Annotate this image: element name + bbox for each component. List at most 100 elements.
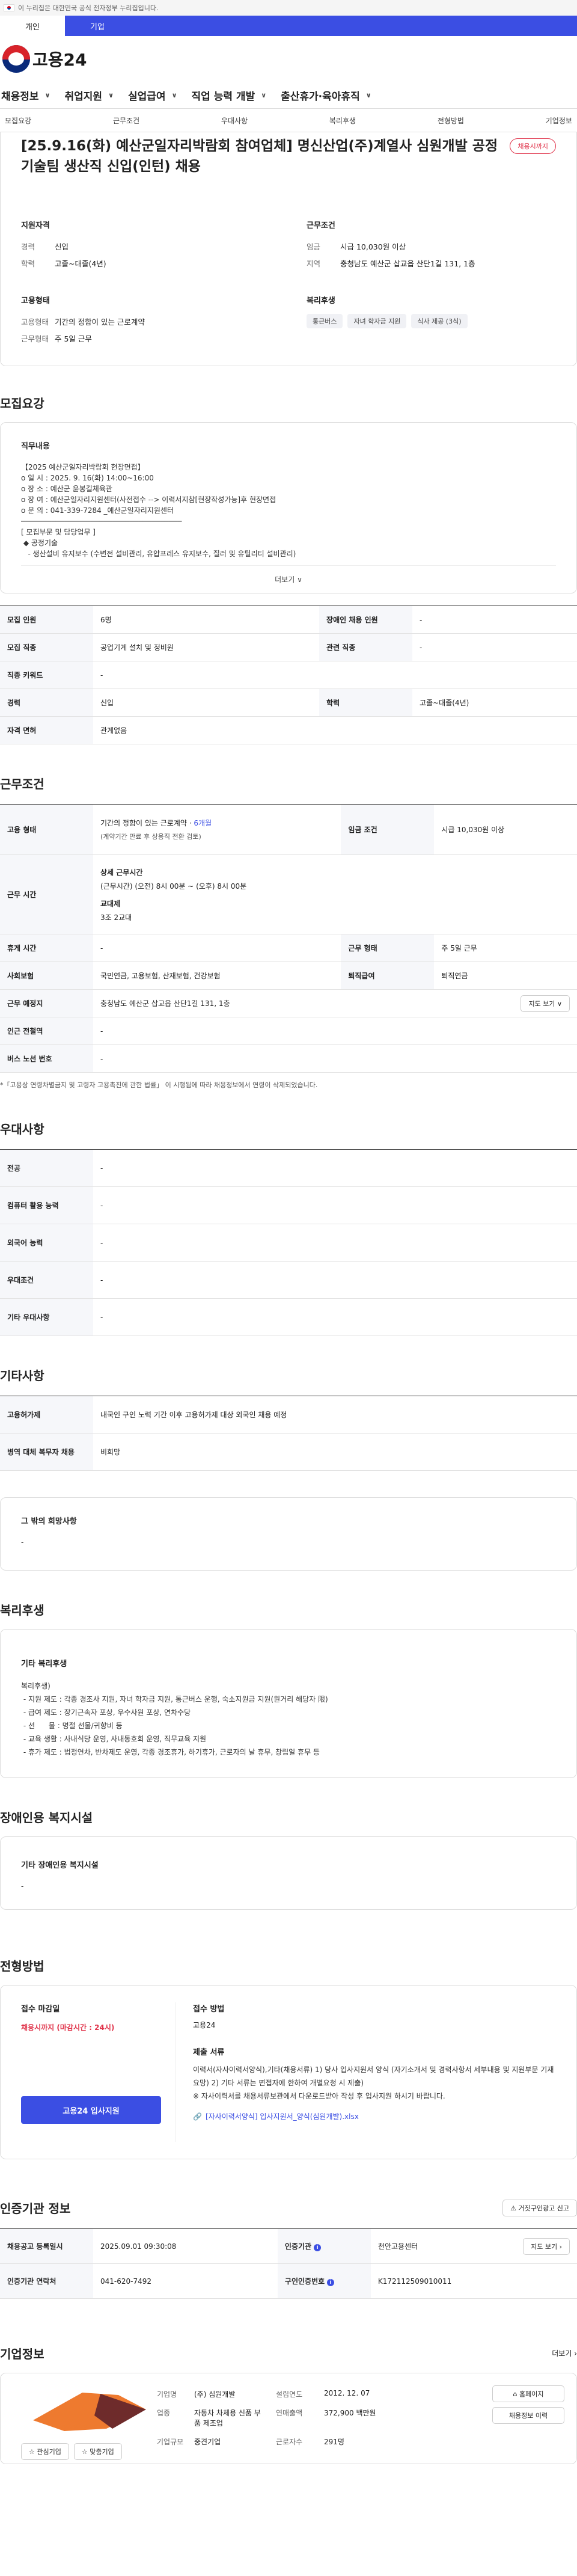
company-key: 업종 [157,2409,171,2417]
gnb-label: 취업지원 [64,90,103,103]
home-label: 홈페이지 [519,2390,544,2398]
taegeuk-logo-icon [2,45,30,73]
home-icon: ⌂ [513,2390,517,2398]
summary-heading: 지원자격 [21,221,50,230]
site-header: 고용24 [0,36,577,82]
table-key: 고용 형태 [0,804,93,855]
disability-box: 기타 장애인용 복지시설 - [0,1836,577,1910]
table-row: 모집 인원 6명 장애인 채용 인원 - [0,606,577,634]
map-button-label: 지도 보기 [528,999,555,1008]
table-key: 고용허가제 [0,1396,93,1434]
summary-key: 경력 [21,242,35,251]
bottom-spacer [0,2464,577,2476]
chevron-down-icon: ∨ [171,91,177,99]
info-icon[interactable]: i [314,2244,322,2251]
table-value: - [93,934,341,962]
agency-map-button[interactable]: 지도 보기 › [523,2237,570,2255]
table-value: 관계없음 [93,716,577,744]
summary-value: 기간의 정함이 있는 근로계약 [55,317,145,327]
table-value: 천안고용센터 지도 보기 › [370,2228,577,2264]
more-button[interactable]: 더보기 ∨ [21,565,556,584]
file-name: [자사이력서양식] 입사지원서_양식(심원개발).xlsx [205,2112,359,2121]
tab-personal[interactable]: 개인 [0,16,65,36]
subnav-conditions[interactable]: 근무조건 [113,115,139,126]
gnb-label: 실업급여 [128,90,166,103]
table-key: 근무 시간 [0,854,93,934]
table-key: 경력 [0,688,93,717]
table-key: 근무 예정지 [0,989,93,1017]
table-value: - [93,1186,577,1224]
wish-value: - [21,1538,24,1547]
table-key: 휴게 시간 [0,934,93,962]
gnb-item-jobs[interactable]: 채용정보 ∨ [1,88,50,103]
section-title-disability: 장애인용 복지시설 [0,1811,93,1825]
follow-company-button[interactable]: ☆ 맞춤기업 [73,2443,122,2460]
disability-heading: 기타 장애인용 복지시설 [21,1861,99,1870]
gnb-item-support[interactable]: 취업지원 ∨ [65,88,114,103]
table-value: - [93,1044,577,1073]
table-row: 고용 형태 기간의 정함이 있는 근로계약 · 6개월 (계약기간 만료 후 상용… [0,804,577,855]
table-value: 공업기계 설치 및 정비원 [93,633,320,661]
company-key: 연매출액 [276,2409,303,2417]
docs-heading: 제출 서류 [193,2048,225,2057]
table-row: 자격 면허 관계없음 [0,716,577,744]
map-button[interactable]: 지도 보기 ∨ [521,995,570,1012]
table-value: 041-620-7492 [93,2263,278,2299]
table-key: 관련 직종 [319,633,413,661]
table-key: 임금 조건 [341,804,435,855]
info-icon[interactable]: i [327,2279,335,2286]
table-key: 자격 면허 [0,716,93,744]
table-value: 기간의 정함이 있는 근로계약 · 6개월 (계약기간 만료 후 상용직 전환 검… [93,804,341,855]
star-icon: ☆ [81,2448,88,2456]
gnb-item-leave[interactable]: 출산휴가·육아휴직 ∨ [281,88,371,103]
job-history-button[interactable]: 채용정보 이력 [492,2407,564,2424]
table-value: - [93,661,577,689]
table-value: 국민연금, 고용보험, 산재보험, 건강보험 [93,961,341,990]
chevron-down-icon: ∨ [365,91,371,99]
map-label: 지도 보기 [531,2242,558,2251]
homepage-button[interactable]: ⌂ 홈페이지 [492,2385,564,2402]
status-badge: 채용시까지 [510,138,556,154]
summary-value: 시급 10,030원 이상 [340,242,406,251]
gnb-label: 직업 능력 개발 [191,90,255,103]
table-key: 근무 형태 [341,934,435,962]
table-row: 직종 키워드 - [0,661,577,689]
subnav-recruit[interactable]: 모집요강 [5,115,31,126]
gnb-item-unemployment[interactable]: 실업급여 ∨ [128,88,177,103]
table-key: 컴퓨터 활용 능력 [0,1186,93,1224]
chevron-down-icon: ∨ [261,91,267,99]
korea-flag-icon [4,4,14,11]
welfare-tag: 식사 제공 (3식) [411,314,468,328]
apply-button[interactable]: 고용24 입사지원 [21,2096,161,2124]
apply-deadline-area: 접수 마감일 채용시까지 (마감시간 : 24시) 고용24 입사지원 [21,2002,176,2142]
table-value: 고졸~대졸(4년) [412,688,577,717]
chevron-down-icon: ∨ [557,999,562,1008]
tab-company[interactable]: 기업 [65,16,130,36]
section-title-agency: 인증기관 정보 [0,2201,71,2216]
report-button[interactable]: ⚠ 거짓구인광고 신고 [502,2199,577,2216]
global-nav: 채용정보 ∨ 취업지원 ∨ 실업급여 ∨ 직업 능력 개발 ∨ 출산휴가·육아휴직 ∨ [0,82,577,108]
favorite-company-button[interactable]: ☆ 관심기업 [21,2443,69,2460]
gnb-item-training[interactable]: 직업 능력 개발 ∨ [192,88,267,103]
company-more-link[interactable]: 더보기 › [552,2348,577,2358]
table-key: 병역 대체 복무자 채용 [0,1433,93,1471]
welfare-tag: 자녀 학자금 지원 [347,314,407,328]
subnav-preferred[interactable]: 우대사항 [221,115,248,126]
table-value: 신입 [93,688,320,717]
agency-table: 채용공고 등록일시 2025.09.01 09:30:08 인증기관 i 천안고용센터 지… [0,2228,577,2299]
subnav-company[interactable]: 기업정보 [546,115,572,126]
table-key: 우대조건 [0,1261,93,1299]
summary-key: 학력 [21,259,35,268]
preferred-table: 전공 - 컴퓨터 활용 능력 - 외국어 능력 - 우대조건 - 기타 우대사항 - [0,1149,577,1336]
table-key: 모집 직종 [0,633,93,661]
welfare-heading: 기타 복리후생 [21,1660,67,1669]
site-logo[interactable]: 고용24 [2,45,87,73]
section-title-company: 기업정보 [0,2347,44,2361]
follow-label: 맞춤기업 [90,2448,114,2456]
table-key: 전공 [0,1149,93,1187]
resume-file-link[interactable]: 🔗 [자사이력서양식] 입사지원서_양식(심원개발).xlsx [193,2111,556,2121]
recruit-table: 모집 인원 6명 장애인 채용 인원 - 모집 직종 공업기계 설치 및 정비원 관련 직… [0,606,577,744]
subnav-welfare[interactable]: 복리후생 [329,115,356,126]
table-key: 장애인 채용 인원 [319,606,413,634]
subnav-process[interactable]: 전형방법 [438,115,464,126]
